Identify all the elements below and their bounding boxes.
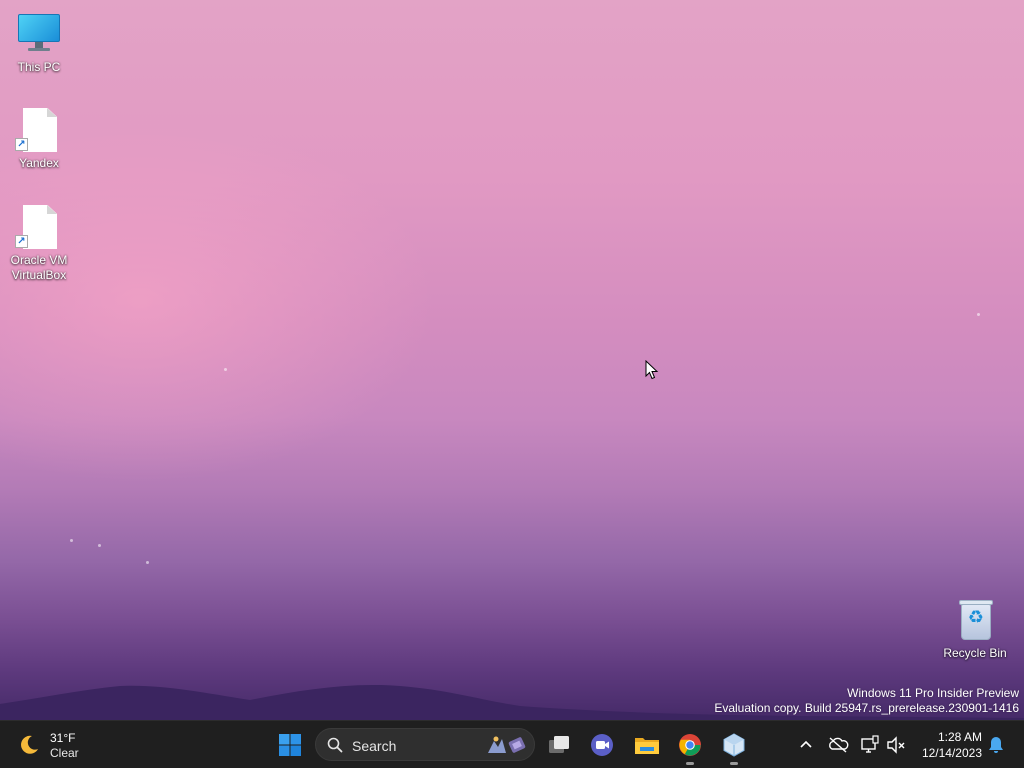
bell-icon[interactable] — [986, 735, 1006, 755]
weather-temperature: 31°F — [50, 731, 76, 745]
desktop-icon-label: Recycle Bin — [943, 646, 1007, 660]
chrome-icon — [679, 734, 701, 756]
virtualbox-icon — [723, 733, 745, 757]
taskbar: 31°F Clear Search 1:28 AM 12/14/2023 — [0, 720, 1024, 768]
start-button[interactable] — [270, 725, 310, 765]
taskbar-clock[interactable]: 1:28 AM 12/14/2023 — [912, 729, 982, 761]
file-explorer-button[interactable] — [626, 725, 666, 765]
shortcut-arrow-icon: ↗ — [15, 235, 28, 248]
desktop-icon-virtualbox[interactable]: ↗ Oracle VM VirtualBox — [4, 203, 74, 283]
shortcut-arrow-icon: ↗ — [15, 138, 28, 151]
search-highlight-icon — [488, 736, 526, 753]
recycle-bin-icon: ♻ — [951, 596, 999, 644]
running-indicator — [730, 762, 738, 765]
virtualbox-button[interactable] — [714, 725, 754, 765]
clock-time: 1:28 AM — [937, 730, 982, 744]
chrome-button[interactable] — [670, 725, 710, 765]
chevron-up-icon[interactable] — [794, 733, 818, 757]
running-indicator — [686, 762, 694, 765]
search-placeholder: Search — [352, 738, 397, 754]
wallpaper-star — [977, 313, 980, 316]
weather-widget[interactable]: 31°F Clear — [14, 727, 104, 763]
desktop-icon-label: This PC — [17, 60, 61, 74]
desktop-icon-yandex[interactable]: ↗ Yandex — [4, 106, 74, 171]
onedrive-offline-icon[interactable] — [826, 733, 850, 757]
wallpaper-star — [70, 539, 73, 542]
desktop-icon-label: Oracle VM VirtualBox — [10, 253, 68, 282]
moon-icon — [21, 735, 38, 754]
meet-chat-button[interactable] — [582, 725, 622, 765]
shortcut-file-icon: ↗ — [15, 106, 63, 154]
task-view-icon — [549, 736, 569, 753]
desktop-icon-this-pc[interactable]: This PC — [4, 10, 74, 75]
wallpaper-star — [224, 368, 227, 371]
evaluation-watermark: Windows 11 Pro Insider Preview Evaluatio… — [714, 686, 1019, 716]
wallpaper-star — [98, 544, 101, 547]
video-chat-icon — [591, 734, 613, 756]
wallpaper-star — [146, 561, 149, 564]
watermark-edition: Windows 11 Pro Insider Preview — [847, 686, 1019, 700]
search-icon — [327, 737, 343, 753]
desktop-wallpaper — [0, 0, 1024, 720]
volume-muted-icon[interactable] — [884, 733, 908, 757]
desktop-icon-recycle-bin[interactable]: ♻ Recycle Bin — [940, 596, 1010, 661]
mouse-cursor-icon — [645, 360, 659, 380]
clock-date: 12/14/2023 — [921, 746, 982, 760]
weather-condition: Clear — [50, 746, 79, 760]
desktop-icon-label: Yandex — [19, 156, 59, 170]
folder-icon — [635, 738, 659, 754]
shortcut-file-icon: ↗ — [15, 203, 63, 251]
watermark-build: Evaluation copy. Build 25947.rs_prerelea… — [714, 701, 1019, 715]
network-icon[interactable] — [858, 733, 882, 757]
taskbar-search-box[interactable]: Search — [315, 728, 535, 761]
monitor-icon — [15, 10, 63, 58]
windows-logo-icon — [279, 734, 301, 756]
task-view-button[interactable] — [539, 725, 579, 765]
